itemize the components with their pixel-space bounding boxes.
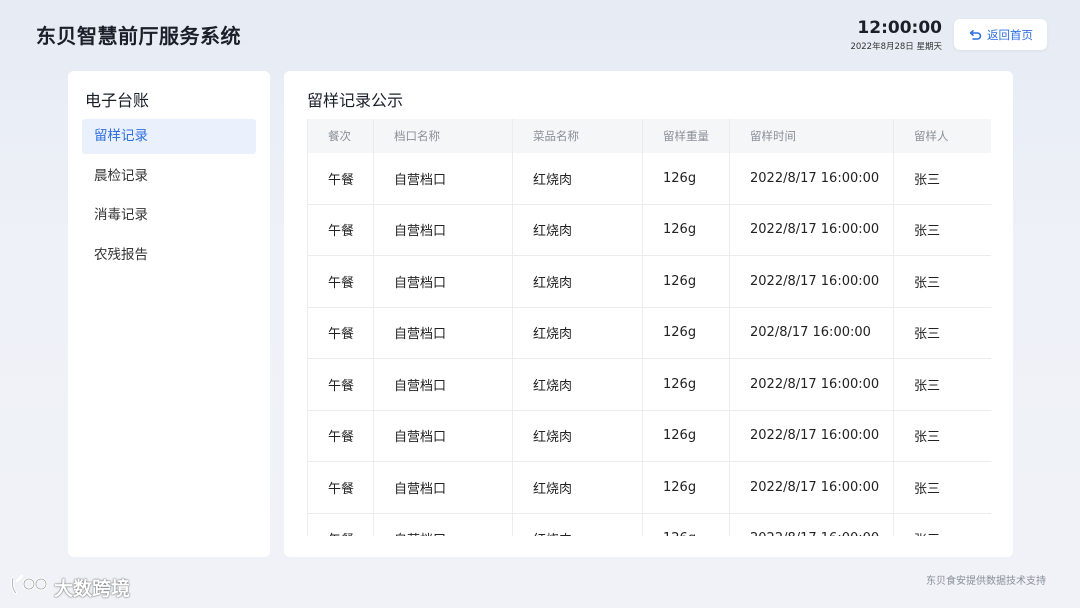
cell-meal: 午餐 xyxy=(307,461,374,514)
cell-time: 2022/8/17 16:00:00 xyxy=(729,513,894,536)
column-header-time: 留样时间 xyxy=(729,119,894,153)
return-home-button[interactable]: 返回首页 xyxy=(954,19,1047,50)
cell-time: 2022/8/17 16:00:00 xyxy=(729,461,894,514)
column-header-person: 留样人 xyxy=(893,119,991,153)
cell-weight: 126g xyxy=(642,204,730,256)
brand-logo-icon xyxy=(8,572,54,603)
watermark-text: 大数跨境 xyxy=(54,578,131,600)
cell-weight: 126g xyxy=(642,255,730,308)
column-header-stall: 档口名称 xyxy=(373,119,513,153)
return-arrow-icon xyxy=(968,29,982,41)
records-table: 餐次 档口名称 菜品名称 留样重量 留样时间 留样人 午餐 自营档口 红烧肉 1… xyxy=(307,119,991,536)
clock-time: 12:00:00 xyxy=(857,18,942,38)
cell-stall: 自营档口 xyxy=(373,255,513,308)
cell-stall: 自营档口 xyxy=(373,513,513,536)
cell-person: 张三 xyxy=(893,410,991,462)
cell-meal: 午餐 xyxy=(307,153,374,205)
table-row: 午餐 自营档口 红烧肉 126g 2022/8/17 16:00:00 张三 xyxy=(307,513,991,536)
cell-meal: 午餐 xyxy=(307,358,374,411)
table-row: 午餐 自营档口 红烧肉 126g 2022/8/17 16:00:00 张三 xyxy=(307,204,991,256)
main-panel: 留样记录公示 餐次 档口名称 菜品名称 留样重量 留样时间 留样人 午餐 自营档… xyxy=(284,71,1013,557)
column-header-dish: 菜品名称 xyxy=(512,119,643,153)
sidebar-title: 电子台账 xyxy=(85,91,150,110)
cell-time: 202/8/17 16:00:00 xyxy=(729,307,894,359)
cell-weight: 126g xyxy=(642,358,730,411)
panel-title: 留样记录公示 xyxy=(307,91,404,110)
cell-dish: 红烧肉 xyxy=(512,410,643,462)
cell-stall: 自营档口 xyxy=(373,307,513,359)
cell-dish: 红烧肉 xyxy=(512,513,643,536)
sidebar-item-morning-check[interactable]: 晨检记录 xyxy=(82,159,256,194)
cell-meal: 午餐 xyxy=(307,410,374,462)
cell-weight: 126g xyxy=(642,410,730,462)
cell-dish: 红烧肉 xyxy=(512,358,643,411)
cell-time: 2022/8/17 16:00:00 xyxy=(729,255,894,308)
cell-meal: 午餐 xyxy=(307,255,374,308)
cell-person: 张三 xyxy=(893,358,991,411)
cell-stall: 自营档口 xyxy=(373,153,513,205)
clock: 12:00:00 2022年8月28日 星期天 xyxy=(850,18,942,52)
cell-stall: 自营档口 xyxy=(373,410,513,462)
cell-person: 张三 xyxy=(893,204,991,256)
cell-weight: 126g xyxy=(642,153,730,205)
cell-weight: 126g xyxy=(642,461,730,514)
cell-dish: 红烧肉 xyxy=(512,204,643,256)
app-title: 东贝智慧前厅服务系统 xyxy=(36,24,241,48)
table-row: 午餐 自营档口 红烧肉 126g 202/8/17 16:00:00 张三 xyxy=(307,307,991,359)
column-header-meal: 餐次 xyxy=(307,119,374,153)
sidebar: 电子台账 留样记录 晨检记录 消毒记录 农残报告 xyxy=(68,71,270,557)
sidebar-item-sample-records[interactable]: 留样记录 xyxy=(82,119,256,154)
cell-stall: 自营档口 xyxy=(373,358,513,411)
cell-dish: 红烧肉 xyxy=(512,461,643,514)
cell-dish: 红烧肉 xyxy=(512,153,643,205)
table-row: 午餐 自营档口 红烧肉 126g 2022/8/17 16:00:00 张三 xyxy=(307,461,991,514)
table-row: 午餐 自营档口 红烧肉 126g 2022/8/17 16:00:00 张三 xyxy=(307,153,991,205)
table-row: 午餐 自营档口 红烧肉 126g 2022/8/17 16:00:00 张三 xyxy=(307,358,991,411)
cell-meal: 午餐 xyxy=(307,204,374,256)
return-home-label: 返回首页 xyxy=(987,27,1033,42)
cell-time: 2022/8/17 16:00:00 xyxy=(729,153,894,205)
table-row: 午餐 自营档口 红烧肉 126g 2022/8/17 16:00:00 张三 xyxy=(307,410,991,462)
cell-time: 2022/8/17 16:00:00 xyxy=(729,358,894,411)
cell-stall: 自营档口 xyxy=(373,204,513,256)
table-row: 午餐 自营档口 红烧肉 126g 2022/8/17 16:00:00 张三 xyxy=(307,255,991,308)
sidebar-item-pesticide-report[interactable]: 农残报告 xyxy=(82,238,256,273)
records-table-scroll[interactable]: 餐次 档口名称 菜品名称 留样重量 留样时间 留样人 午餐 自营档口 红烧肉 1… xyxy=(307,119,991,536)
cell-person: 张三 xyxy=(893,513,991,536)
cell-time: 2022/8/17 16:00:00 xyxy=(729,204,894,256)
cell-weight: 126g xyxy=(642,513,730,536)
cell-person: 张三 xyxy=(893,307,991,359)
watermark: 大数跨境 xyxy=(8,572,130,603)
cell-person: 张三 xyxy=(893,255,991,308)
cell-person: 张三 xyxy=(893,461,991,514)
sidebar-menu: 留样记录 晨检记录 消毒记录 农残报告 xyxy=(82,119,256,277)
clock-date: 2022年8月28日 星期天 xyxy=(850,42,942,52)
cell-time: 2022/8/17 16:00:00 xyxy=(729,410,894,462)
cell-stall: 自营档口 xyxy=(373,461,513,514)
cell-meal: 午餐 xyxy=(307,307,374,359)
column-header-weight: 留样重量 xyxy=(642,119,730,153)
support-text: 东贝食安提供数据技术支持 xyxy=(926,576,1046,587)
sidebar-item-disinfection[interactable]: 消毒记录 xyxy=(82,198,256,233)
cell-meal: 午餐 xyxy=(307,513,374,536)
table-header-row: 餐次 档口名称 菜品名称 留样重量 留样时间 留样人 xyxy=(307,119,991,153)
cell-dish: 红烧肉 xyxy=(512,255,643,308)
cell-weight: 126g xyxy=(642,307,730,359)
cell-dish: 红烧肉 xyxy=(512,307,643,359)
cell-person: 张三 xyxy=(893,153,991,205)
